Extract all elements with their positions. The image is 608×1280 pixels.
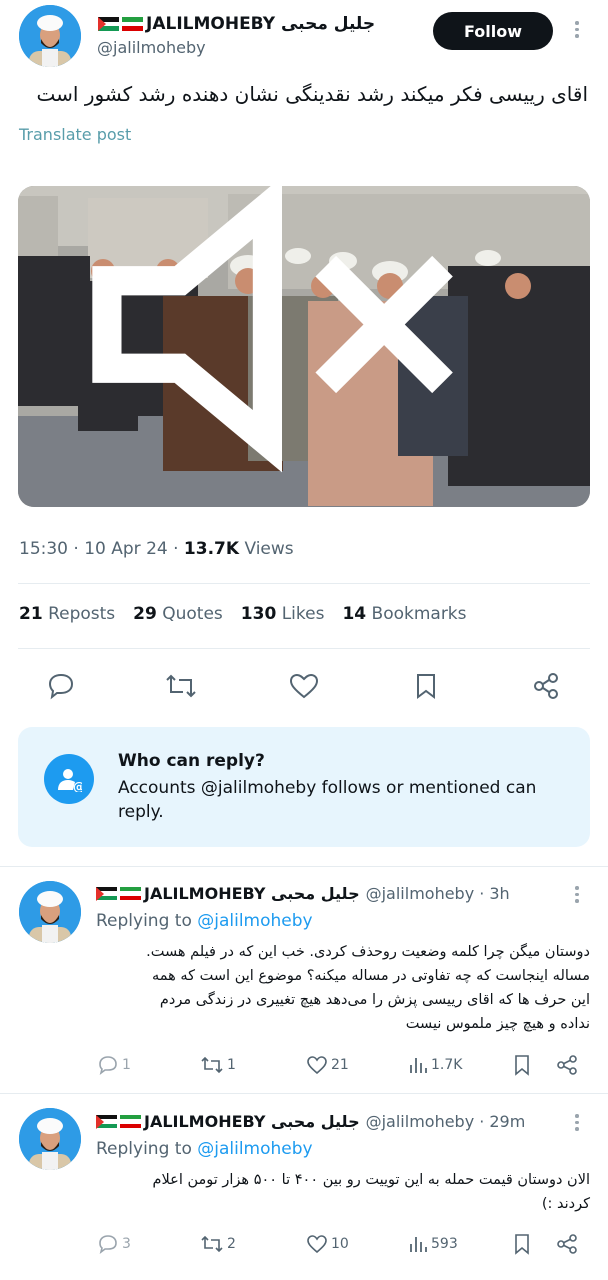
reply-more-options-icon[interactable] <box>567 886 587 903</box>
author-handle[interactable]: @jalilmoheby <box>97 38 206 57</box>
follow-button[interactable]: Follow <box>433 12 553 50</box>
reply-name-row: JALILMOHEBY جلیل محبی @jalilmoheby · 29m <box>96 1112 525 1131</box>
reply-text: الان دوستان قیمت حمله به این توییت رو بی… <box>152 1172 590 1212</box>
reply-icon <box>99 1056 117 1075</box>
bookmark-icon <box>515 1234 529 1255</box>
views-icon <box>410 1058 427 1073</box>
reply-like-button[interactable]: 10 <box>306 1231 349 1257</box>
like-icon <box>307 1056 327 1075</box>
divider <box>0 866 608 867</box>
reply-handle[interactable]: @jalilmoheby <box>366 884 475 903</box>
reply-avatar[interactable] <box>19 1108 81 1170</box>
iran-flag-icon <box>120 1114 141 1129</box>
replying-to: Replying to @jalilmoheby <box>96 911 313 931</box>
mentioned-user-icon: @ <box>44 754 94 804</box>
author-display-name[interactable]: JALILMOHEBY جلیل محبی <box>146 14 375 34</box>
share-icon <box>557 1055 577 1075</box>
reply-repost-button[interactable]: 2 <box>200 1231 236 1257</box>
palestine-flag-icon <box>96 1114 117 1129</box>
reply-repost-button[interactable]: 1 <box>200 1052 236 1078</box>
repost-icon <box>201 1056 223 1074</box>
reply-views-button[interactable]: 1.7K <box>408 1052 462 1078</box>
replying-to-link[interactable]: @jalilmoheby <box>197 1139 312 1159</box>
reply-more-options-icon[interactable] <box>567 1114 587 1131</box>
reply-icon <box>99 1235 117 1254</box>
more-options-icon[interactable] <box>567 21 587 38</box>
who-can-reply-box: @ Who can reply? Accounts @jalilmoheby f… <box>18 727 590 847</box>
reply-share-button[interactable] <box>555 1231 579 1257</box>
post-action-bar <box>0 668 608 704</box>
reply-icon[interactable] <box>45 668 77 704</box>
divider <box>18 648 590 649</box>
who-can-reply-title: Who can reply? <box>118 751 265 771</box>
reply-bookmark-button[interactable] <box>513 1052 531 1078</box>
divider <box>0 1093 608 1094</box>
who-can-reply-description: Accounts @jalilmoheby follows or mention… <box>118 778 537 822</box>
post-video[interactable] <box>18 186 590 507</box>
reply-name-row: JALILMOHEBY جلیل محبی @jalilmoheby · 3h <box>96 884 510 903</box>
reply-action-bar: 1 1 21 1.7K <box>0 1052 608 1078</box>
post-date[interactable]: 10 Apr 24 <box>84 539 167 559</box>
reply-time[interactable]: · 29m <box>479 1112 525 1131</box>
repost-icon <box>201 1235 223 1253</box>
post-metadata: 15:30 · 10 Apr 24 · 13.7K Views <box>19 539 294 559</box>
author-name-row: JALILMOHEBY جلیل محبی <box>98 14 375 34</box>
views-count: 13.7K <box>183 539 240 559</box>
palestine-flag-icon <box>96 886 117 901</box>
post-stats: 21 Reposts 29 Quotes 130 Likes 14 Bookma… <box>19 604 467 624</box>
author-avatar[interactable] <box>19 5 81 67</box>
reply-share-button[interactable] <box>555 1052 579 1078</box>
reply-avatar[interactable] <box>19 881 81 943</box>
reply-handle[interactable]: @jalilmoheby <box>366 1112 475 1131</box>
iran-flag-icon <box>120 886 141 901</box>
reply-display-name[interactable]: JALILMOHEBY جلیل محبی <box>144 1112 360 1131</box>
replying-to-link[interactable]: @jalilmoheby <box>197 911 312 931</box>
post-text: اقای رییسی فکر میکند رشد نقدینگی نشان ده… <box>36 82 588 106</box>
translate-post-link[interactable]: Translate post <box>19 125 131 144</box>
like-icon <box>307 1235 327 1254</box>
reply-display-name[interactable]: JALILMOHEBY جلیل محبی <box>144 884 360 903</box>
reply-bookmark-button[interactable] <box>513 1231 531 1257</box>
reply-reply-button[interactable]: 1 <box>97 1052 131 1078</box>
svg-text:@: @ <box>73 780 82 792</box>
replying-to: Replying to @jalilmoheby <box>96 1139 313 1159</box>
reply-reply-button[interactable]: 3 <box>97 1231 131 1257</box>
palestine-flag-icon <box>98 17 119 31</box>
bookmarks-stat[interactable]: 14 Bookmarks <box>342 604 466 624</box>
post-time[interactable]: 15:30 <box>19 539 68 559</box>
reply-time[interactable]: · 3h <box>479 884 510 903</box>
reposts-stat[interactable]: 21 Reposts <box>19 604 115 624</box>
like-icon[interactable] <box>288 668 320 704</box>
mute-icon[interactable] <box>18 186 568 485</box>
reply-like-button[interactable]: 21 <box>306 1052 349 1078</box>
views-icon <box>410 1237 427 1252</box>
repost-icon[interactable] <box>165 668 197 704</box>
views-label: Views <box>244 539 294 559</box>
bookmark-icon <box>515 1055 529 1076</box>
reply-text: دوستان میگن چرا کلمه وضعیت روحذف کردی. خ… <box>146 944 590 1032</box>
quotes-stat[interactable]: 29 Quotes <box>133 604 223 624</box>
share-icon <box>557 1234 577 1254</box>
likes-stat[interactable]: 130 Likes <box>241 604 325 624</box>
share-icon[interactable] <box>530 668 562 704</box>
divider <box>18 583 590 584</box>
reply-views-button[interactable]: 593 <box>408 1231 458 1257</box>
reply-action-bar: 3 2 10 593 <box>0 1231 608 1257</box>
iran-flag-icon <box>122 17 143 31</box>
bookmark-icon[interactable] <box>410 668 442 704</box>
